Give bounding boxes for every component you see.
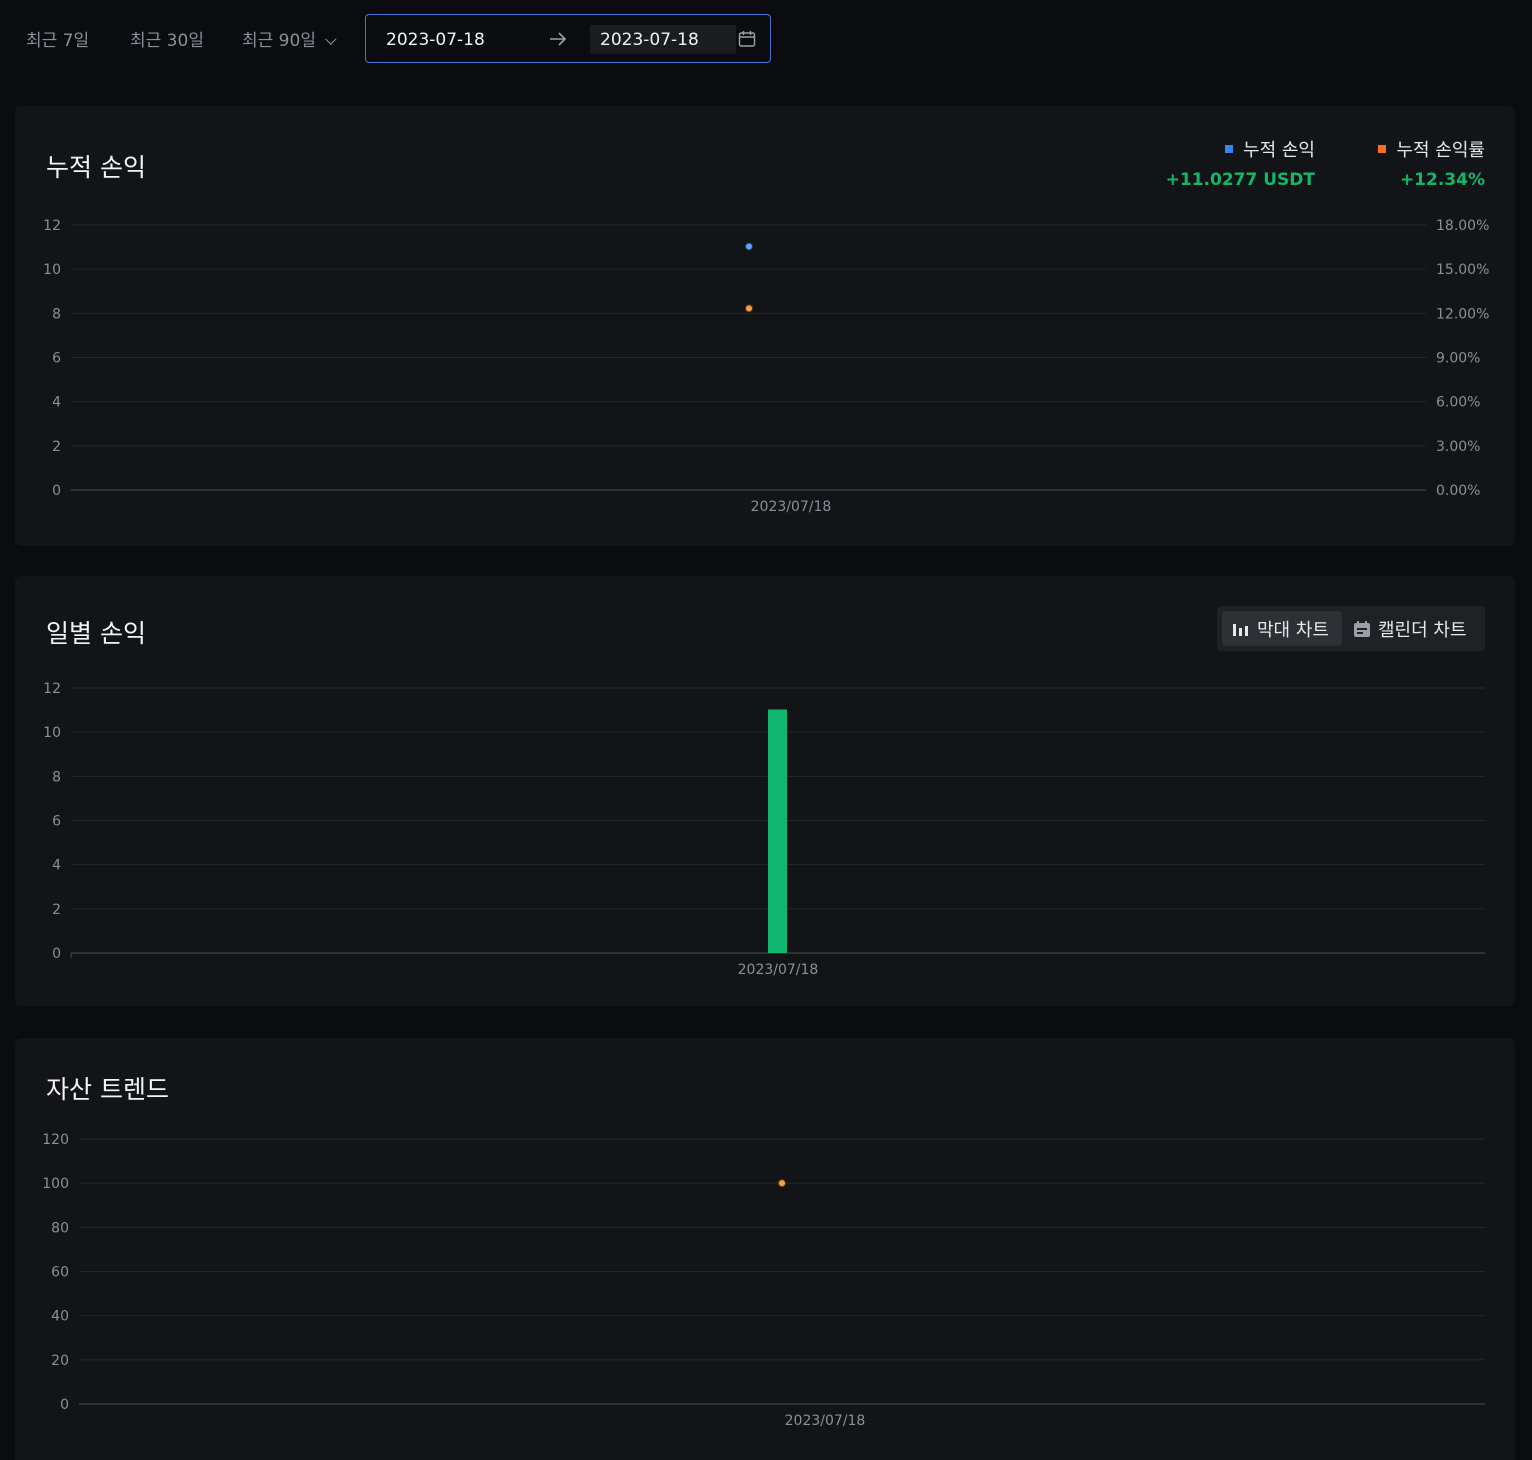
y-tick-label: 6 [52, 814, 61, 830]
range-90d-label: 최근 90일 [242, 31, 316, 51]
y2-tick-label: 3.00% [1436, 439, 1480, 455]
y-tick-label: 0 [52, 483, 61, 499]
y-tick-label: 0 [52, 946, 61, 962]
start-date-input[interactable] [376, 25, 522, 54]
y-tick-label: 10 [43, 262, 61, 278]
y-tick-label: 20 [51, 1353, 69, 1369]
daily-pnl-chart: 0 2 4 6 8 10 12 2023/07/18 [43, 681, 1485, 978]
y-tick-label: 6 [52, 351, 61, 367]
range-7d-label: 최근 7일 [26, 31, 90, 51]
daily-pnl-panel: 일별 손익 막대 차트 캘린더 차트 0 2 4 6 8 10 12 2023/07/18 [15, 576, 1515, 1006]
y2-tick-label: 9.00% [1436, 351, 1480, 367]
chevron-down-icon [325, 33, 337, 45]
range-30d-label: 최근 30일 [130, 31, 204, 51]
y-tick-label: 0 [60, 1397, 69, 1413]
x-tick-label: 2023/07/18 [751, 499, 832, 515]
y2-tick-label: 0.00% [1436, 483, 1480, 499]
cumulative-pnl-point [745, 242, 753, 251]
end-date-input[interactable] [590, 25, 736, 54]
y2-tick-label: 6.00% [1436, 395, 1480, 411]
y-tick-label: 40 [51, 1309, 69, 1325]
y-tick-label: 2 [52, 902, 61, 918]
y2-tick-label: 15.00% [1436, 262, 1489, 278]
cumulative-pnl-chart: 0 0.00% 2 3.00% 4 6.00% 6 9.00% 8 12.00% 10 15.00% 1… [43, 218, 1489, 515]
y-tick-label: 12 [43, 681, 61, 697]
asset-trend-chart: 0 20 40 60 80 100 120 2023/07/18 [42, 1132, 1485, 1429]
x-tick-label: 2023/07/18 [785, 1413, 866, 1429]
daily-pnl-bar [768, 709, 787, 953]
y-tick-label: 120 [42, 1132, 69, 1148]
date-filter-bar: 최근 7일 최근 30일 최근 90일 [0, 0, 1532, 80]
y-tick-label: 60 [51, 1265, 69, 1281]
range-30d-button[interactable]: 최근 30일 [130, 26, 204, 51]
date-range-picker[interactable] [365, 14, 771, 63]
y-tick-label: 2 [52, 439, 61, 455]
y-tick-label: 10 [43, 725, 61, 741]
y2-tick-label: 18.00% [1436, 218, 1489, 234]
asset-trend-panel: 자산 트렌드 0 20 40 60 80 100 120 2023/07/18 [15, 1038, 1515, 1460]
y-tick-label: 4 [52, 395, 61, 411]
y-tick-label: 8 [52, 769, 61, 785]
calendar-icon[interactable] [738, 30, 756, 48]
cumulative-pnl-panel: 누적 손익 누적 손익 +11.0277 USDT 누적 손익률 +12.34%… [15, 106, 1515, 546]
y-tick-label: 8 [52, 306, 61, 322]
y-tick-label: 4 [52, 858, 61, 874]
arrow-right-icon [550, 32, 567, 46]
x-tick-label: 2023/07/18 [738, 962, 819, 978]
cumulative-rate-point [745, 304, 753, 313]
y-tick-label: 80 [51, 1220, 69, 1236]
asset-point [778, 1179, 786, 1188]
y2-tick-label: 12.00% [1436, 306, 1489, 322]
y-tick-label: 12 [43, 218, 61, 234]
range-7d-button[interactable]: 최근 7일 [26, 26, 89, 51]
range-90d-dropdown[interactable]: 최근 90일 [242, 26, 337, 51]
y-tick-label: 100 [42, 1176, 69, 1192]
